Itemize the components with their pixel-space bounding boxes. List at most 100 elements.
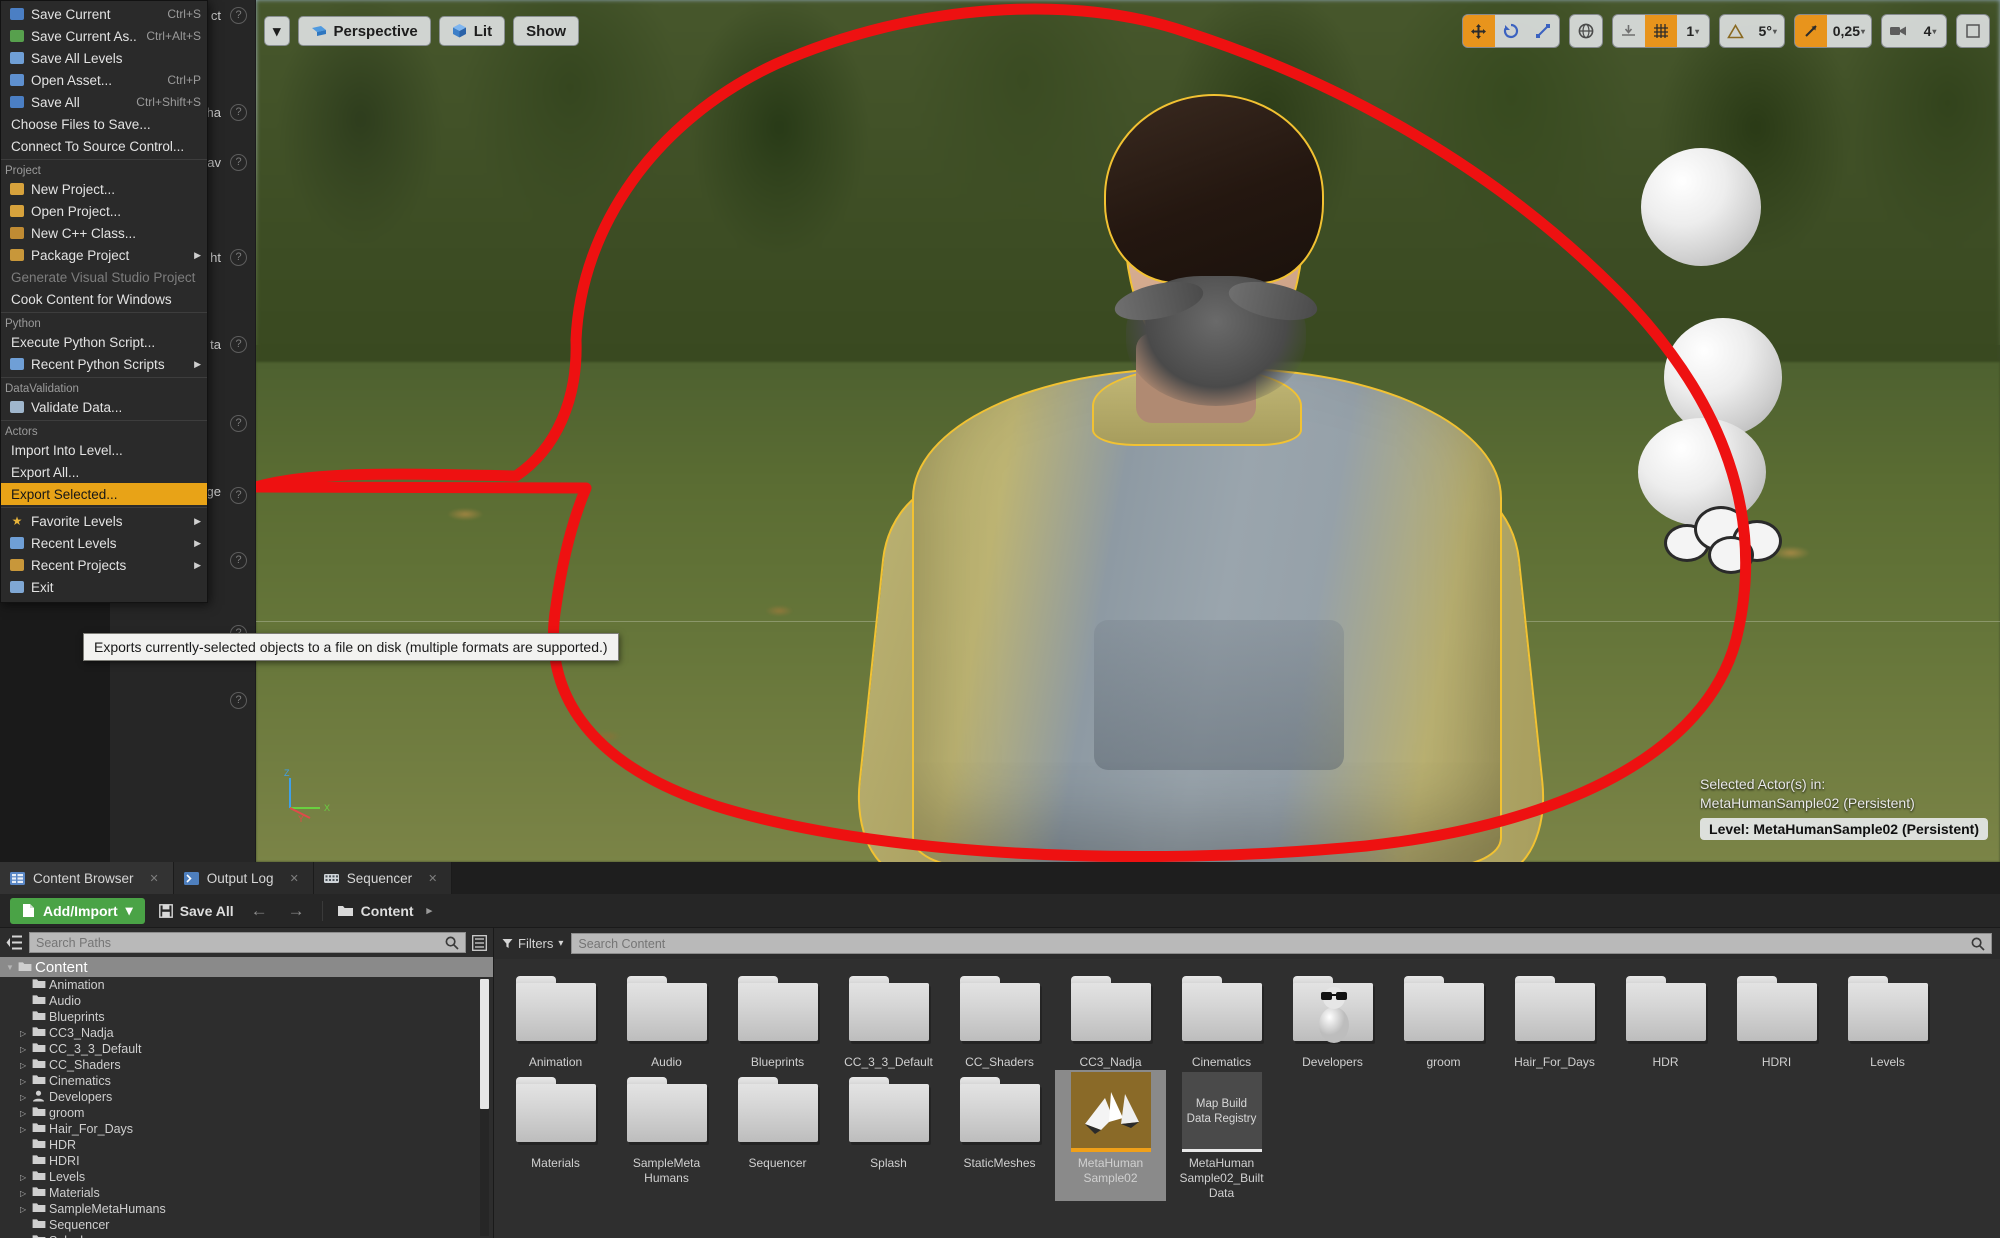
asset-filter-row[interactable]: Filters ▾ bbox=[494, 928, 2000, 959]
angle-snap-group[interactable]: 5° ▾ bbox=[1718, 14, 1785, 48]
asset-tile-metahumansample02-builtdata[interactable]: Map Build Data Registry MetaHuman Sample02_… bbox=[1166, 1070, 1277, 1201]
menu-item-favorite-levels[interactable]: ★ Favorite Levels ▶ bbox=[1, 510, 207, 532]
menu-item-new-project[interactable]: New Project... bbox=[1, 178, 207, 200]
asset-tile-metahumansample02[interactable]: MetaHuman Sample02 bbox=[1055, 1070, 1166, 1201]
asset-tile-sequencer[interactable]: Sequencer bbox=[722, 1070, 833, 1201]
chevron-right-icon[interactable]: ▷ bbox=[20, 1029, 32, 1038]
help-icon[interactable]: ? bbox=[230, 487, 247, 504]
bottom-tab-bar[interactable]: Content Browser ✕ Output Log ✕ Sequencer… bbox=[0, 862, 2000, 894]
tree-item-content[interactable]: ▼ Content bbox=[0, 957, 493, 977]
forward-button[interactable]: → bbox=[285, 901, 308, 921]
grid-icon[interactable] bbox=[1644, 15, 1677, 47]
close-icon[interactable]: ✕ bbox=[290, 872, 299, 885]
tree-item-blueprints[interactable]: Blueprints bbox=[0, 1009, 493, 1025]
menu-item-save-all[interactable]: Save All Ctrl+Shift+S bbox=[1, 91, 207, 113]
search-content-box[interactable] bbox=[571, 933, 1992, 954]
sphere-mesh-1[interactable] bbox=[1641, 148, 1761, 266]
paths-search-row[interactable] bbox=[0, 928, 493, 957]
folder-tree[interactable]: ▼ Content Animation Audio Blueprints ▷ CC3_Nad… bbox=[0, 957, 493, 1238]
viewport-options-button[interactable]: ▾ bbox=[264, 16, 290, 46]
asset-tile-hair-for-days[interactable]: Hair_For_Days bbox=[1499, 969, 1610, 1070]
asset-tile-cc-3-3-default[interactable]: CC_3_3_Default bbox=[833, 969, 944, 1070]
transform-mode-group[interactable] bbox=[1461, 14, 1560, 48]
close-icon[interactable]: ✕ bbox=[428, 872, 437, 885]
collapse-tree-icon[interactable] bbox=[6, 934, 23, 951]
chevron-right-icon[interactable]: ▷ bbox=[20, 1093, 32, 1102]
tree-item-animation[interactable]: Animation bbox=[0, 977, 493, 993]
view-options-icon[interactable] bbox=[472, 934, 487, 951]
menu-item-connect-to-source-control[interactable]: Connect To Source Control... bbox=[1, 135, 207, 157]
help-icon[interactable]: ? bbox=[230, 692, 247, 709]
search-paths-input[interactable] bbox=[36, 935, 445, 950]
angle-icon[interactable] bbox=[1720, 15, 1752, 47]
tree-item-cc-shaders[interactable]: ▷ CC_Shaders bbox=[0, 1057, 493, 1073]
search-paths-box[interactable] bbox=[29, 932, 466, 953]
menu-item-open-asset[interactable]: Open Asset... Ctrl+P bbox=[1, 69, 207, 91]
asset-tile-audio[interactable]: Audio bbox=[611, 969, 722, 1070]
chevron-right-icon[interactable]: ▷ bbox=[20, 1045, 32, 1054]
menu-item-choose-files-to-save[interactable]: Choose Files to Save... bbox=[1, 113, 207, 135]
filters-button[interactable]: Filters ▾ bbox=[502, 936, 563, 951]
menu-item-package-project[interactable]: Package Project ▶ bbox=[1, 244, 207, 266]
help-icon[interactable]: ? bbox=[230, 104, 247, 121]
scale-icon[interactable] bbox=[1527, 15, 1559, 47]
help-icon[interactable]: ? bbox=[230, 336, 247, 353]
tab-sequencer[interactable]: Sequencer ✕ bbox=[313, 862, 453, 894]
asset-tile-blueprints[interactable]: Blueprints bbox=[722, 969, 833, 1070]
help-icon[interactable]: ? bbox=[230, 552, 247, 569]
angle-snap-value[interactable]: 5° ▾ bbox=[1752, 15, 1784, 47]
menu-item-cook-content-for-windows[interactable]: Cook Content for Windows bbox=[1, 288, 207, 310]
tree-item-cc-3-3-default[interactable]: ▷ CC_3_3_Default bbox=[0, 1041, 493, 1057]
maximize-icon[interactable] bbox=[1957, 15, 1989, 47]
chevron-right-icon[interactable]: ▷ bbox=[20, 1125, 32, 1134]
asset-tile-cc-shaders[interactable]: CC_Shaders bbox=[944, 969, 1055, 1070]
help-icon[interactable]: ? bbox=[230, 7, 247, 24]
grid-snap-value[interactable]: 1 ▾ bbox=[1677, 15, 1709, 47]
asset-tile-cinematics[interactable]: Cinematics bbox=[1166, 969, 1277, 1070]
chevron-right-icon[interactable]: ▷ bbox=[20, 1189, 32, 1198]
chevron-down-icon[interactable]: ▼ bbox=[6, 963, 18, 972]
asset-tile-materials[interactable]: Materials bbox=[500, 1070, 611, 1201]
content-browser-toolbar[interactable]: Add/Import ▾ Save All ← → Content ▸ bbox=[0, 894, 2000, 928]
camera-speed-value[interactable]: 4 ▾ bbox=[1914, 15, 1946, 47]
menu-item-exit[interactable]: Exit bbox=[1, 576, 207, 598]
add-import-button[interactable]: Add/Import ▾ bbox=[10, 897, 145, 924]
menu-item-execute-python-script[interactable]: Execute Python Script... bbox=[1, 331, 207, 353]
close-icon[interactable]: ✕ bbox=[150, 872, 159, 885]
asset-tile-levels[interactable]: Levels bbox=[1832, 969, 1943, 1070]
tree-item-groom[interactable]: ▷ groom bbox=[0, 1105, 493, 1121]
view-mode-lit-button[interactable]: Lit bbox=[438, 16, 506, 46]
help-icon[interactable]: ? bbox=[230, 249, 247, 266]
menu-item-recent-projects[interactable]: Recent Projects ▶ bbox=[1, 554, 207, 576]
menu-item-open-project[interactable]: Open Project... bbox=[1, 200, 207, 222]
sphere-mesh-2[interactable] bbox=[1664, 318, 1782, 436]
world-axis-icon[interactable] bbox=[1570, 15, 1602, 47]
asset-tile-animation[interactable]: Animation bbox=[500, 969, 611, 1070]
asset-tile-hdr[interactable]: HDR bbox=[1610, 969, 1721, 1070]
menu-item-export-all[interactable]: Export All... bbox=[1, 461, 207, 483]
back-button[interactable]: ← bbox=[248, 901, 271, 921]
asset-tile-splash[interactable]: Splash bbox=[833, 1070, 944, 1201]
show-flags-button[interactable]: Show bbox=[513, 16, 580, 46]
chevron-right-icon[interactable]: ▷ bbox=[20, 1205, 32, 1214]
scale-snap-icon[interactable] bbox=[1794, 15, 1827, 47]
menu-item-export-selected[interactable]: Export Selected... bbox=[1, 483, 207, 505]
surface-snap-icon[interactable] bbox=[1613, 15, 1645, 47]
metahuman-character[interactable] bbox=[849, 48, 1553, 862]
asset-tile-cc3-nadja[interactable]: CC3_Nadja bbox=[1055, 969, 1166, 1070]
tab-output-log[interactable]: Output Log ✕ bbox=[173, 862, 314, 894]
menu-item-validate-data[interactable]: Validate Data... bbox=[1, 396, 207, 418]
camera-speed-icon[interactable] bbox=[1882, 15, 1914, 47]
breadcrumb[interactable]: Content ▸ bbox=[337, 903, 432, 919]
help-icon[interactable]: ? bbox=[230, 415, 247, 432]
tree-item-splash[interactable]: Splash bbox=[0, 1233, 493, 1238]
camera-speed-group[interactable]: 4 ▾ bbox=[1881, 14, 1947, 48]
chevron-right-icon[interactable]: ▷ bbox=[20, 1109, 32, 1118]
tree-item-developers[interactable]: ▷ Developers bbox=[0, 1089, 493, 1105]
tree-scrollbar[interactable] bbox=[480, 979, 489, 1109]
level-viewport[interactable]: Z X Y ▾ Perspective Lit Show 1 ▾ 5° ▾ 0,… bbox=[256, 0, 2000, 862]
coordinate-system-group[interactable] bbox=[1568, 14, 1603, 48]
tree-item-samplemetahumans[interactable]: ▷ SampleMetaHumans bbox=[0, 1201, 493, 1217]
asset-grid[interactable]: Animation Audio Blueprints CC_3_3_Default CC… bbox=[494, 959, 2000, 1238]
scale-snap-value[interactable]: 0,25 ▾ bbox=[1827, 15, 1871, 47]
